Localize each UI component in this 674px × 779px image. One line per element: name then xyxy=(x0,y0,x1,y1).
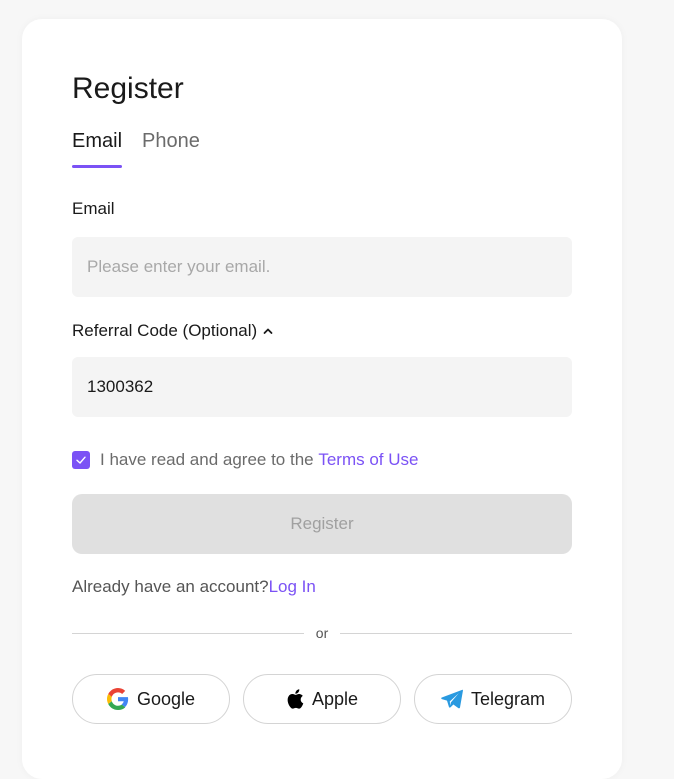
referral-toggle[interactable]: Referral Code (Optional) xyxy=(72,321,274,341)
tab-bar: Email Phone xyxy=(72,130,220,168)
login-link[interactable]: Log In xyxy=(269,577,316,596)
apple-label: Apple xyxy=(311,688,359,709)
email-input[interactable] xyxy=(87,257,557,277)
referral-field-container xyxy=(72,357,572,417)
divider-line-left xyxy=(72,632,304,634)
register-button[interactable]: Register xyxy=(72,494,572,554)
terms-checkbox[interactable] xyxy=(72,451,90,469)
google-label: Google xyxy=(136,688,196,709)
apple-button[interactable]: Apple xyxy=(243,674,401,724)
tab-email[interactable]: Email xyxy=(72,130,123,168)
chevron-up-icon xyxy=(263,328,273,334)
referral-input[interactable] xyxy=(87,377,557,397)
referral-label: Referral Code (Optional) xyxy=(72,321,258,340)
terms-text: I have read and agree to the xyxy=(100,450,319,469)
login-prompt: Already have an account?Log In xyxy=(72,577,316,597)
terms-agreement: I have read and agree to the Terms of Us… xyxy=(72,450,418,470)
email-field-container xyxy=(72,237,572,297)
check-icon xyxy=(76,456,86,464)
google-button[interactable]: Google xyxy=(72,674,230,724)
telegram-label: Telegram xyxy=(470,688,546,709)
email-label: Email xyxy=(72,199,115,218)
social-login-group: Google Apple Telegram xyxy=(72,674,572,724)
apple-icon xyxy=(287,689,304,709)
tab-phone[interactable]: Phone xyxy=(142,130,200,165)
or-divider: or xyxy=(72,623,573,643)
terms-of-use-link[interactable]: Terms of Use xyxy=(318,450,418,470)
telegram-icon xyxy=(441,689,463,709)
divider-line-right xyxy=(340,632,573,634)
login-prompt-text: Already have an account? xyxy=(72,577,269,596)
telegram-button[interactable]: Telegram xyxy=(414,674,572,724)
divider-text: or xyxy=(315,625,329,641)
google-icon xyxy=(106,688,129,710)
page-title: Register xyxy=(72,72,184,105)
